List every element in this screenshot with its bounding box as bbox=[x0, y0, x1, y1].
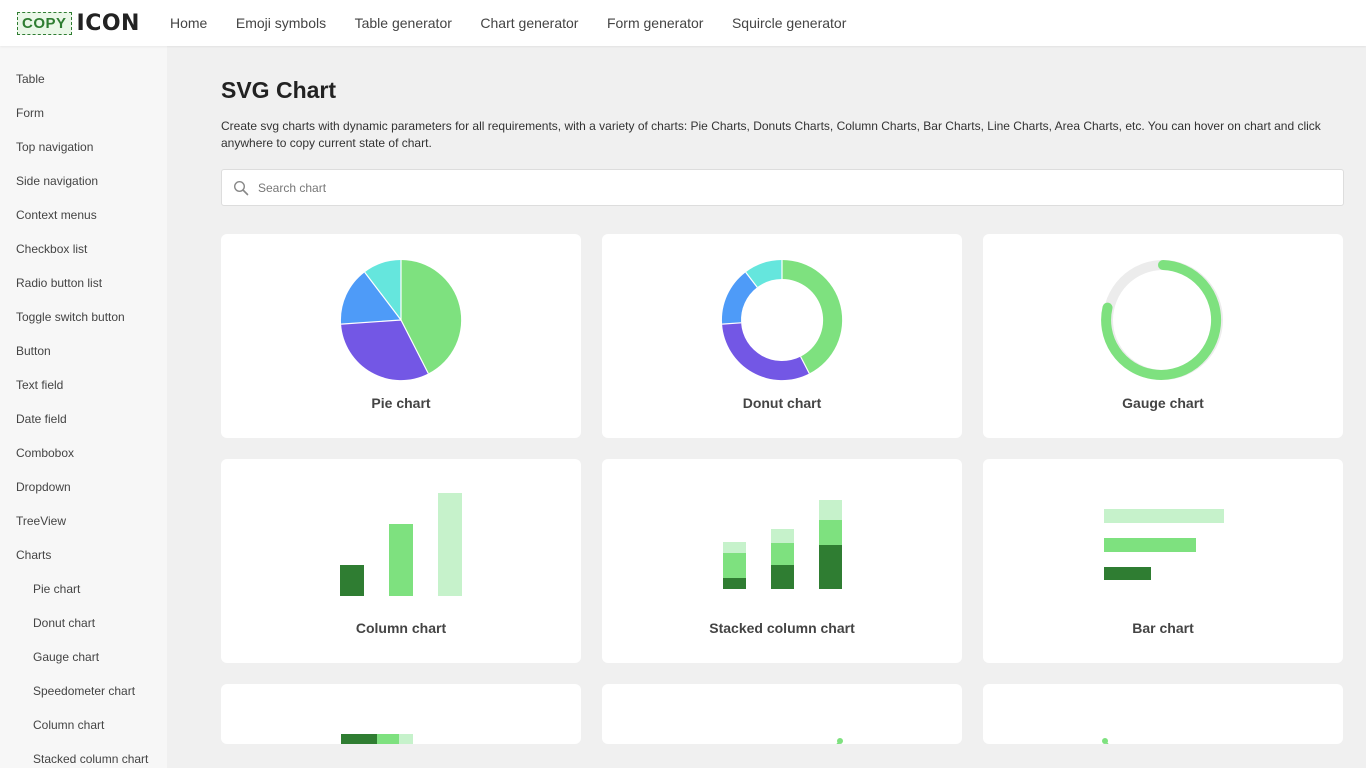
site-logo[interactable]: COPY ICON bbox=[17, 9, 140, 37]
area-point bbox=[1102, 738, 1108, 744]
sidebar-subitem-speedometer-chart[interactable]: Speedometer chart bbox=[0, 674, 167, 708]
sidebar-item-toggle-switch-button[interactable]: Toggle switch button bbox=[0, 300, 167, 334]
sidebar-subitem-stacked-column-chart[interactable]: Stacked column chart bbox=[0, 742, 167, 768]
stack-1-top bbox=[723, 542, 746, 553]
sidebar-item-form[interactable]: Form bbox=[0, 96, 167, 130]
sidebar-item-dropdown[interactable]: Dropdown bbox=[0, 470, 167, 504]
sidebar-item-combobox[interactable]: Combobox bbox=[0, 436, 167, 470]
sidebar-subitem-column-chart[interactable]: Column chart bbox=[0, 708, 167, 742]
stacked-bar-chart-thumbnail bbox=[341, 734, 413, 744]
stacked-bar-1-light bbox=[399, 734, 413, 744]
main-content: SVG Chart Create svg charts with dynamic… bbox=[221, 46, 1344, 744]
column-chart-thumbnail bbox=[340, 493, 462, 596]
card-title: Gauge chart bbox=[1122, 395, 1204, 411]
card-title: Bar chart bbox=[1132, 620, 1194, 636]
donut-chart-thumbnail bbox=[721, 259, 843, 381]
card-title: Pie chart bbox=[371, 395, 431, 411]
nav-form-generator[interactable]: Form generator bbox=[607, 15, 703, 31]
sidebar-subitem-gauge-chart[interactable]: Gauge chart bbox=[0, 640, 167, 674]
nav-emoji-symbols[interactable]: Emoji symbols bbox=[236, 15, 326, 31]
column-bar-3 bbox=[438, 493, 462, 596]
search-icon bbox=[233, 180, 249, 195]
sidebar-item-table[interactable]: Table bbox=[0, 62, 167, 96]
sidebar-subitem-pie-chart[interactable]: Pie chart bbox=[0, 572, 167, 606]
sidebar-item-side-navigation[interactable]: Side navigation bbox=[0, 164, 167, 198]
stacked-bar-1-dark bbox=[341, 734, 377, 744]
sidebar: Table Form Top navigation Side navigatio… bbox=[0, 46, 167, 768]
nav-chart-generator[interactable]: Chart generator bbox=[480, 15, 578, 31]
logo-copy-text: COPY bbox=[17, 11, 72, 35]
card-donut-chart[interactable]: Donut chart bbox=[602, 234, 962, 438]
stack-1-middle bbox=[723, 553, 746, 578]
card-gauge-chart[interactable]: Gauge chart bbox=[983, 234, 1343, 438]
card-pie-chart[interactable]: Pie chart bbox=[221, 234, 581, 438]
bar-3 bbox=[1104, 567, 1151, 580]
stack-2-top bbox=[771, 529, 794, 543]
stack-3-middle bbox=[819, 520, 842, 545]
search-box[interactable] bbox=[221, 169, 1344, 206]
card-title: Column chart bbox=[355, 620, 447, 636]
stacked-bar-1-mid bbox=[377, 734, 399, 744]
nav-home[interactable]: Home bbox=[170, 15, 207, 31]
donut-segment-green bbox=[782, 259, 843, 374]
line-chart-thumbnail bbox=[836, 738, 843, 744]
page-title: SVG Chart bbox=[221, 77, 337, 103]
card-column-chart[interactable]: Column chart bbox=[221, 459, 581, 663]
search-input[interactable] bbox=[256, 179, 1260, 196]
stack-2-bottom bbox=[771, 565, 794, 589]
logo-icon-text: ICON bbox=[76, 10, 140, 36]
bar-chart-thumbnail bbox=[1104, 509, 1224, 580]
area-line-green bbox=[1104, 740, 1109, 744]
line-series bbox=[836, 740, 841, 744]
sidebar-item-button[interactable]: Button bbox=[0, 334, 167, 368]
area-chart-thumbnail bbox=[1102, 738, 1109, 744]
stack-1-bottom bbox=[723, 578, 746, 589]
pie-chart-thumbnail bbox=[340, 259, 462, 381]
nav-squircle-generator[interactable]: Squircle generator bbox=[732, 15, 846, 31]
bar-2 bbox=[1104, 538, 1196, 552]
card-line-chart[interactable] bbox=[602, 684, 962, 744]
stacked-column-chart-thumbnail bbox=[723, 500, 842, 589]
nav-table-generator[interactable]: Table generator bbox=[355, 15, 452, 31]
column-bar-2 bbox=[389, 524, 413, 596]
card-stacked-bar-chart[interactable] bbox=[221, 684, 581, 744]
stack-3-bottom bbox=[819, 545, 842, 589]
page-description: Create svg charts with dynamic parameter… bbox=[221, 119, 1321, 150]
sidebar-item-context-menus[interactable]: Context menus bbox=[0, 198, 167, 232]
stack-2-middle bbox=[771, 543, 794, 565]
top-navigation: Home Emoji symbols Table generator Chart… bbox=[170, 0, 875, 46]
card-stacked-column-chart[interactable]: Stacked column chart bbox=[602, 459, 962, 663]
sidebar-item-text-field[interactable]: Text field bbox=[0, 368, 167, 402]
sidebar-item-treeview[interactable]: TreeView bbox=[0, 504, 167, 538]
line-point bbox=[837, 738, 843, 744]
card-bar-chart[interactable]: Bar chart bbox=[983, 459, 1343, 663]
top-bar: COPY ICON Home Emoji symbols Table gener… bbox=[0, 0, 1366, 46]
card-area-chart[interactable] bbox=[983, 684, 1343, 744]
sidebar-item-checkbox-list[interactable]: Checkbox list bbox=[0, 232, 167, 266]
sidebar-subitem-donut-chart[interactable]: Donut chart bbox=[0, 606, 167, 640]
card-title: Stacked column chart bbox=[709, 620, 855, 636]
sidebar-item-top-navigation[interactable]: Top navigation bbox=[0, 130, 167, 164]
card-title: Donut chart bbox=[742, 395, 822, 411]
gauge-chart-thumbnail bbox=[1101, 260, 1223, 380]
sidebar-item-charts[interactable]: Charts bbox=[0, 538, 167, 572]
column-bar-1 bbox=[340, 565, 364, 596]
donut-segment-purple bbox=[722, 322, 810, 381]
sidebar-item-radio-button-list[interactable]: Radio button list bbox=[0, 266, 167, 300]
sidebar-item-date-field[interactable]: Date field bbox=[0, 402, 167, 436]
stack-3-top bbox=[819, 500, 842, 520]
bar-1 bbox=[1104, 509, 1224, 523]
